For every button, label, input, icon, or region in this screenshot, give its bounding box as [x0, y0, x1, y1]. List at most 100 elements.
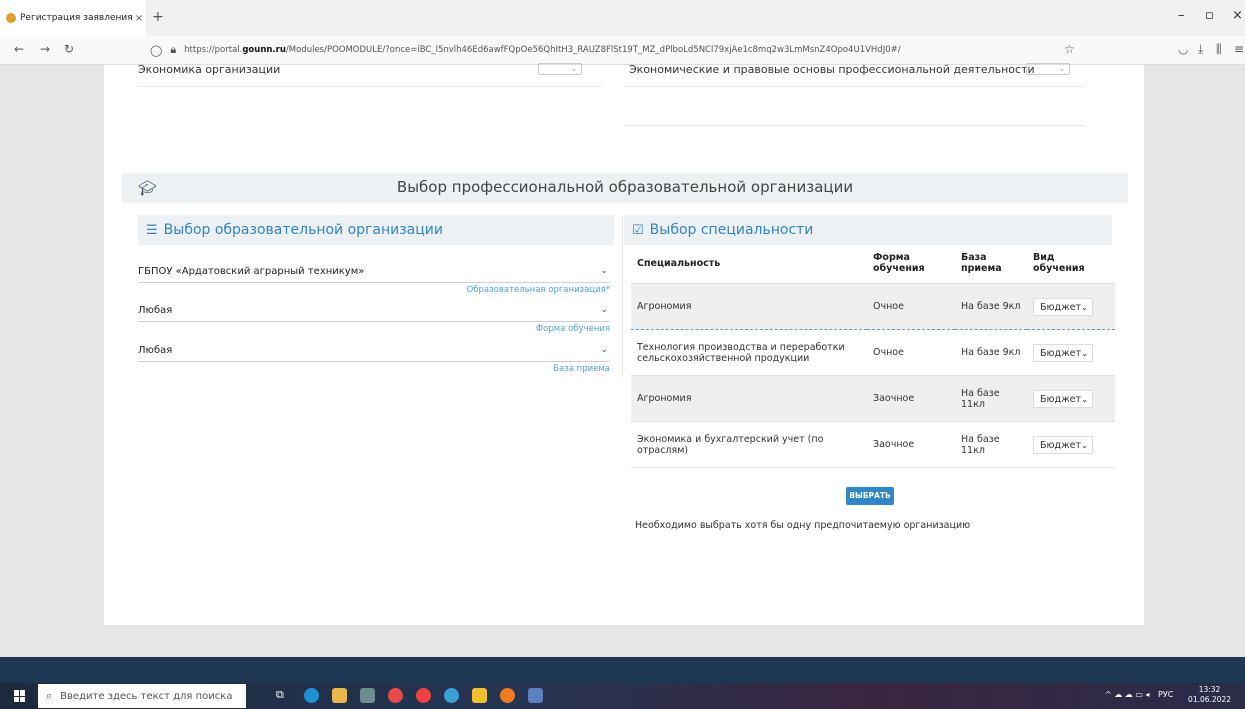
specialty-panel-header: ☑ Выбор специальности — [624, 215, 1112, 245]
chevron-down-icon: ⌄ — [600, 305, 608, 315]
funding-type-select[interactable]: Бюджет ⌄ — [1033, 343, 1093, 362]
download-icon[interactable]: ⤓ — [1198, 42, 1203, 57]
chevron-down-icon: ⌄ — [1081, 440, 1088, 450]
yandex-icon[interactable] — [416, 688, 431, 703]
browser-nav-bar: ← → ↻ ◯ 🔒︎ https://portal. gounn.ru/Modul… — [0, 36, 1245, 65]
table-row[interactable]: Агрономия Заочное На базе 11кл Бюджет ⌄ — [631, 375, 1115, 422]
table-header-row: Специальность Форма обучения База приема… — [631, 243, 1115, 284]
table-row[interactable]: Агрономия Очное На базе 9кл Бюджет ⌄ — [631, 283, 1115, 330]
site-footer — [0, 657, 1245, 683]
reload-icon[interactable]: ↻ — [64, 42, 74, 56]
browser-tab-bar: Регистрация заявления | Порт × + – ▫ × — [0, 0, 1245, 36]
base-cell: На базе 9кл — [955, 283, 1027, 330]
lock-icon: 🔒︎ — [170, 43, 177, 56]
taskbar-search-placeholder: Введите здесь текст для поиска — [60, 690, 233, 702]
select-button[interactable]: ВЫБРАТЬ — [846, 487, 894, 505]
firefox-icon[interactable] — [500, 688, 515, 703]
chart-app-icon[interactable] — [472, 688, 487, 703]
org-select[interactable]: ГБПОУ «Ардатовский аграрный техникум» ⌄ О… — [138, 266, 610, 295]
list-icon: ☰ — [146, 222, 158, 238]
minimize-icon[interactable]: – — [1178, 8, 1185, 23]
task-view-icon[interactable]: ⧉ — [276, 688, 291, 703]
close-window-icon[interactable]: × — [1232, 8, 1243, 23]
clock-time: 13:32 — [1198, 685, 1221, 694]
tab-title: Регистрация заявления | Порт — [20, 13, 132, 23]
menu-icon[interactable]: ≡ — [1234, 42, 1244, 56]
app-icon[interactable] — [444, 688, 459, 703]
bookmark-star-icon[interactable]: ☆ — [1064, 42, 1075, 56]
browser-tab[interactable]: Регистрация заявления | Порт × — [0, 0, 146, 36]
search-icon: ⌕ — [46, 689, 53, 702]
edge-icon[interactable] — [304, 688, 319, 703]
maximize-icon[interactable]: ▫ — [1205, 8, 1214, 23]
pocket-icon[interactable]: ◡ — [1178, 42, 1188, 56]
photos-icon[interactable] — [528, 688, 543, 703]
base-cell: На базе 11кл — [955, 375, 1027, 422]
funding-type-select[interactable]: Бюджет ⌄ — [1033, 297, 1093, 316]
chevron-down-icon: ⌄ — [600, 266, 608, 276]
specialty-table: Специальность Форма обучения База приема… — [631, 243, 1115, 468]
chevron-down-icon: ⌄ — [1081, 348, 1088, 358]
base-cell: На базе 11кл — [955, 421, 1027, 468]
site-favicon-icon — [6, 13, 16, 23]
chevron-down-icon: ⌄ — [1081, 394, 1088, 404]
specialty-cell: Технология производства и переработки се… — [631, 329, 867, 376]
yandex-browser-icon[interactable] — [388, 688, 403, 703]
admission-base-label: База приема — [553, 364, 610, 374]
prev-right-select[interactable]: ⌄ — [1026, 63, 1070, 75]
col-type: Вид обучения — [1027, 243, 1115, 284]
specialty-cell: Агрономия — [631, 283, 867, 330]
col-specialty: Специальность — [631, 243, 867, 284]
specialty-cell: Агрономия — [631, 375, 867, 422]
url-prefix: https://portal. — [184, 45, 243, 55]
windows-start-icon[interactable] — [14, 690, 26, 702]
store-icon[interactable] — [360, 688, 375, 703]
funding-type-select[interactable]: Бюджет ⌄ — [1033, 389, 1093, 408]
form-cell: Очное — [867, 283, 955, 330]
address-bar[interactable]: ◯ 🔒︎ https://portal. gounn.ru/Modules/POO… — [150, 39, 1010, 61]
library-icon[interactable]: ⫼ — [1216, 42, 1222, 57]
file-explorer-icon[interactable] — [332, 688, 347, 703]
org-select-label: Образовательная организация* — [466, 285, 610, 295]
org-panel-title: Выбор образовательной организации — [163, 222, 443, 238]
new-tab-button[interactable]: + — [152, 9, 164, 25]
tray-icons[interactable]: ^ ☁ ☁ ▭ ◂ — [1105, 690, 1149, 699]
base-cell: На базе 9кл — [955, 329, 1027, 376]
admission-base-value: Любая — [138, 345, 173, 356]
table-row[interactable]: Экономика и бухгалтерский учет (по отрас… — [631, 421, 1115, 468]
study-form-select[interactable]: Любая ⌄ Форма обучения — [138, 305, 610, 334]
divider — [624, 125, 1084, 126]
language-indicator[interactable]: РУС — [1158, 690, 1173, 699]
taskbar-clock[interactable]: 13:32 01.06.2022 — [1188, 685, 1231, 705]
col-form: Форма обучения — [867, 243, 955, 284]
prev-left-subject: Экономика организации — [138, 63, 281, 76]
org-select-value: ГБПОУ «Ардатовский аграрный техникум» — [138, 266, 365, 277]
url-path: /Modules/POOMODULE/?once=iBC_l5nvlh46Ed6… — [285, 45, 901, 55]
shield-icon: ◯ — [150, 43, 163, 57]
chevron-down-icon: ⌄ — [600, 345, 608, 355]
specialty-cell: Экономика и бухгалтерский учет (по отрас… — [631, 421, 867, 468]
windows-taskbar: ⌕ Введите здесь текст для поиска ⧉ ^ ☁ ☁… — [0, 683, 1245, 709]
form-cell: Очное — [867, 329, 955, 376]
divider — [138, 86, 602, 87]
taskbar-search[interactable]: ⌕ Введите здесь текст для поиска — [38, 684, 246, 708]
clock-date: 01.06.2022 — [1188, 695, 1231, 704]
forward-arrow-icon[interactable]: → — [40, 42, 50, 56]
validation-note: Необходимо выбрать хотя бы одну предпочи… — [635, 520, 971, 531]
col-base: База приема — [955, 243, 1027, 284]
section-title: Выбор профессиональной образовательной о… — [396, 178, 854, 196]
back-arrow-icon[interactable]: ← — [14, 42, 24, 56]
divider — [624, 86, 1084, 87]
tab-close-icon[interactable]: × — [132, 13, 146, 24]
table-row[interactable]: Технология производства и переработки се… — [631, 329, 1115, 376]
prev-left-select[interactable]: ⌄ — [538, 63, 582, 75]
study-form-label: Форма обучения — [535, 324, 610, 334]
panel-divider — [622, 217, 623, 377]
funding-type-select[interactable]: Бюджет ⌄ — [1033, 435, 1093, 454]
admission-base-select[interactable]: Любая ⌄ База приема — [138, 345, 610, 374]
chevron-down-icon: ⌄ — [1081, 302, 1088, 312]
checkbox-icon: ☑ — [632, 222, 644, 238]
url-domain: gounn.ru — [242, 45, 286, 55]
study-form-value: Любая — [138, 305, 173, 316]
specialty-panel-title: Выбор специальности — [649, 222, 814, 238]
